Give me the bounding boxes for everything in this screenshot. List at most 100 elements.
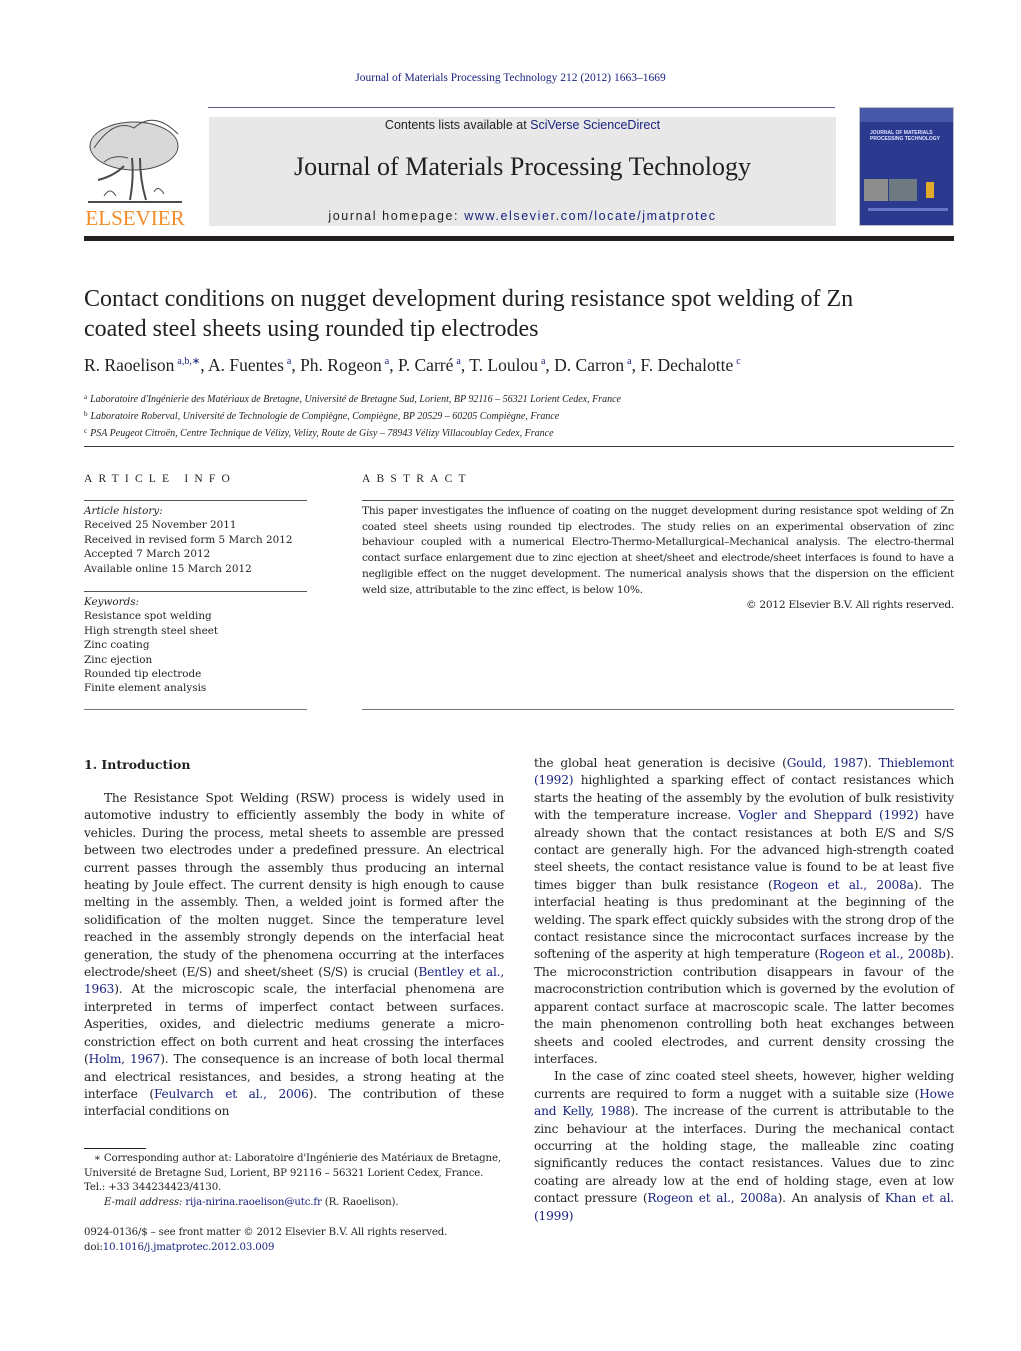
keyword: Zinc ejection xyxy=(84,653,153,666)
article-info-heading: ARTICLE INFO xyxy=(84,473,236,485)
history-item: Received 25 November 2011 xyxy=(84,519,237,532)
journal-name: Journal of Materials Processing Technolo… xyxy=(294,152,751,181)
author-affiliation-marker[interactable]: a xyxy=(287,356,291,367)
text-run: the global heat generation is decisive ( xyxy=(534,756,787,770)
keyword: Zinc coating xyxy=(84,639,150,652)
body-column-left: The Resistance Spot Welding (RSW) proces… xyxy=(84,790,504,1121)
author: Ph. Rogeon xyxy=(300,355,382,375)
doi-link[interactable]: 10.1016/j.jmatprotec.2012.03.009 xyxy=(103,1242,275,1253)
author: A. Fuentes xyxy=(208,355,284,375)
author-affiliation-marker[interactable]: a xyxy=(627,356,631,367)
paragraph: In the case of zinc coated steel sheets,… xyxy=(534,1068,954,1225)
keyword: High strength steel sheet xyxy=(84,624,219,637)
author: P. Carré xyxy=(397,355,454,375)
journal-homepage-line: journal homepage: www.elsevier.com/locat… xyxy=(209,209,836,223)
journal-homepage-link[interactable]: www.elsevier.com/locate/jmatprotec xyxy=(464,209,716,223)
affiliation-text: Laboratoire d'Ingénierie des Matériaux d… xyxy=(90,394,621,405)
text-run: The Resistance Spot Welding (RSW) proces… xyxy=(84,791,504,980)
footnotes: ∗ Corresponding author at: Laboratoire d… xyxy=(84,1152,504,1210)
affiliation-key: a xyxy=(84,393,88,401)
affiliation: a Laboratoire d'Ingénierie des Matériaux … xyxy=(84,390,964,407)
author: T. Loulou xyxy=(469,355,538,375)
title-line-1: Contact conditions on nugget development… xyxy=(84,286,854,312)
front-matter: 0924-0136/$ – see front matter © 2012 El… xyxy=(84,1226,504,1255)
abstract-heading: ABSTRACT xyxy=(362,473,472,485)
affiliation: c PSA Peugeot Citroën, Centre Technique d… xyxy=(84,424,964,441)
history-item: Received in revised form 5 March 2012 xyxy=(84,533,293,546)
affiliation-text: Laboratoire Roberval, Université de Tech… xyxy=(90,411,560,423)
affiliation-text: PSA Peugeot Citroën, Centre Technique de… xyxy=(90,428,554,440)
author: R. Raoelison xyxy=(84,355,175,375)
homepage-prefix: journal homepage: xyxy=(328,209,465,223)
header-divider xyxy=(208,107,835,108)
paragraph: The Resistance Spot Welding (RSW) proces… xyxy=(84,790,504,1121)
divider xyxy=(362,500,954,501)
author-affiliation-marker[interactable]: a,b,∗ xyxy=(177,356,200,367)
body-column-right: the global heat generation is decisive (… xyxy=(534,755,954,1225)
affiliation-key: c xyxy=(84,427,88,436)
running-header-citation[interactable]: Journal of Materials Processing Technolo… xyxy=(0,72,1021,84)
author-list: R. Raoelison a,b,∗, A. Fuentes a, Ph. Roge… xyxy=(84,355,741,375)
keyword: Finite element analysis xyxy=(84,682,207,695)
text-run: ). xyxy=(863,756,879,770)
article-history: Article history: Received 25 November 20… xyxy=(84,504,307,576)
history-label: Article history: xyxy=(84,505,163,517)
citation-link[interactable]: Gould, 1987 xyxy=(787,756,864,770)
author-affiliation-marker[interactable]: a xyxy=(456,356,460,367)
divider xyxy=(84,500,307,501)
elsevier-logo[interactable]: ELSEVIER xyxy=(84,118,186,230)
doi-prefix: doi: xyxy=(84,1241,103,1253)
affiliations-divider xyxy=(84,446,954,447)
abstract-copyright: © 2012 Elsevier B.V. All rights reserved… xyxy=(745,599,954,612)
affiliation: b Laboratoire Roberval, Université de Tec… xyxy=(84,407,964,424)
author: D. Carron xyxy=(554,355,625,375)
journal-cover-thumbnail[interactable]: JOURNAL OF MATERIALS PROCESSING TECHNOLO… xyxy=(859,107,954,226)
citation-link[interactable]: Rogeon et al., 2008b xyxy=(819,947,946,961)
doi-line: doi:10.1016/j.jmatprotec.2012.03.009 xyxy=(84,1241,504,1256)
cover-images xyxy=(864,179,952,201)
history-item: Available online 15 March 2012 xyxy=(84,562,252,575)
email-label: E-mail address: xyxy=(104,1196,186,1208)
author: F. Dechalotte xyxy=(640,355,734,375)
citation-link[interactable]: Holm, 1967 xyxy=(89,1052,161,1066)
cover-image-1 xyxy=(864,179,888,201)
citation-link[interactable]: Rogeon et al., 2008a xyxy=(647,1191,777,1205)
cover-image-3 xyxy=(918,179,948,201)
author-affiliation-marker[interactable]: a xyxy=(541,356,545,367)
keyword: Rounded tip electrode xyxy=(84,668,202,681)
text-run: ). The increase of the current is attrib… xyxy=(534,1104,954,1206)
abstract: This paper investigates the influence of… xyxy=(362,504,954,614)
citation-link[interactable]: Rogeon et al., 2008a xyxy=(773,878,914,892)
abstract-body: This paper investigates the influence of… xyxy=(362,505,954,596)
issn-copyright: 0924-0136/$ – see front matter © 2012 El… xyxy=(84,1227,448,1238)
citation-link[interactable]: Feulvarch et al., 2006 xyxy=(154,1087,309,1101)
cover-editor-line xyxy=(868,208,948,211)
text-run: In the case of zinc coated steel sheets,… xyxy=(534,1069,954,1101)
email-suffix: (R. Raoelison). xyxy=(321,1196,399,1208)
email-footnote: E-mail address: rija-nirina.raoelison@ut… xyxy=(84,1196,504,1211)
corresponding-author-footnote: ∗ Corresponding author at: Laboratoire d… xyxy=(84,1153,501,1194)
author-affiliation-marker[interactable]: a xyxy=(385,356,389,367)
title-line-2: coated steel sheets using rounded tip el… xyxy=(84,316,539,342)
keywords-label: Keywords: xyxy=(84,596,140,608)
section-heading-introduction: 1. Introduction xyxy=(84,757,191,772)
divider xyxy=(84,591,307,592)
contents-line: Contents lists available at SciVerse Sci… xyxy=(209,117,836,132)
divider xyxy=(84,709,307,710)
history-item: Accepted 7 March 2012 xyxy=(84,548,211,561)
cover-image-2 xyxy=(889,179,917,201)
email-link[interactable]: rija-nirina.raoelison@utc.fr xyxy=(185,1197,322,1208)
masthead-thick-rule xyxy=(84,236,954,241)
keywords: Keywords: Resistance spot welding High s… xyxy=(84,595,307,696)
paragraph: the global heat generation is decisive (… xyxy=(534,755,954,1068)
citation-link[interactable]: Vogler and Sheppard (1992) xyxy=(738,808,918,822)
keyword: Resistance spot welding xyxy=(84,610,212,623)
cover-title: JOURNAL OF MATERIALS PROCESSING TECHNOLO… xyxy=(870,130,941,142)
affiliations: a Laboratoire d'Ingénierie des Matériaux … xyxy=(84,390,964,442)
divider xyxy=(362,709,954,710)
text-run: ). The microconstriction contribution di… xyxy=(534,947,954,1066)
journal-masthead: Contents lists available at SciVerse Sci… xyxy=(209,117,836,226)
elsevier-wordmark: ELSEVIER xyxy=(85,206,185,230)
author-affiliation-marker[interactable]: c xyxy=(736,356,740,367)
sciencedirect-link[interactable]: SciVerse ScienceDirect xyxy=(530,118,660,132)
